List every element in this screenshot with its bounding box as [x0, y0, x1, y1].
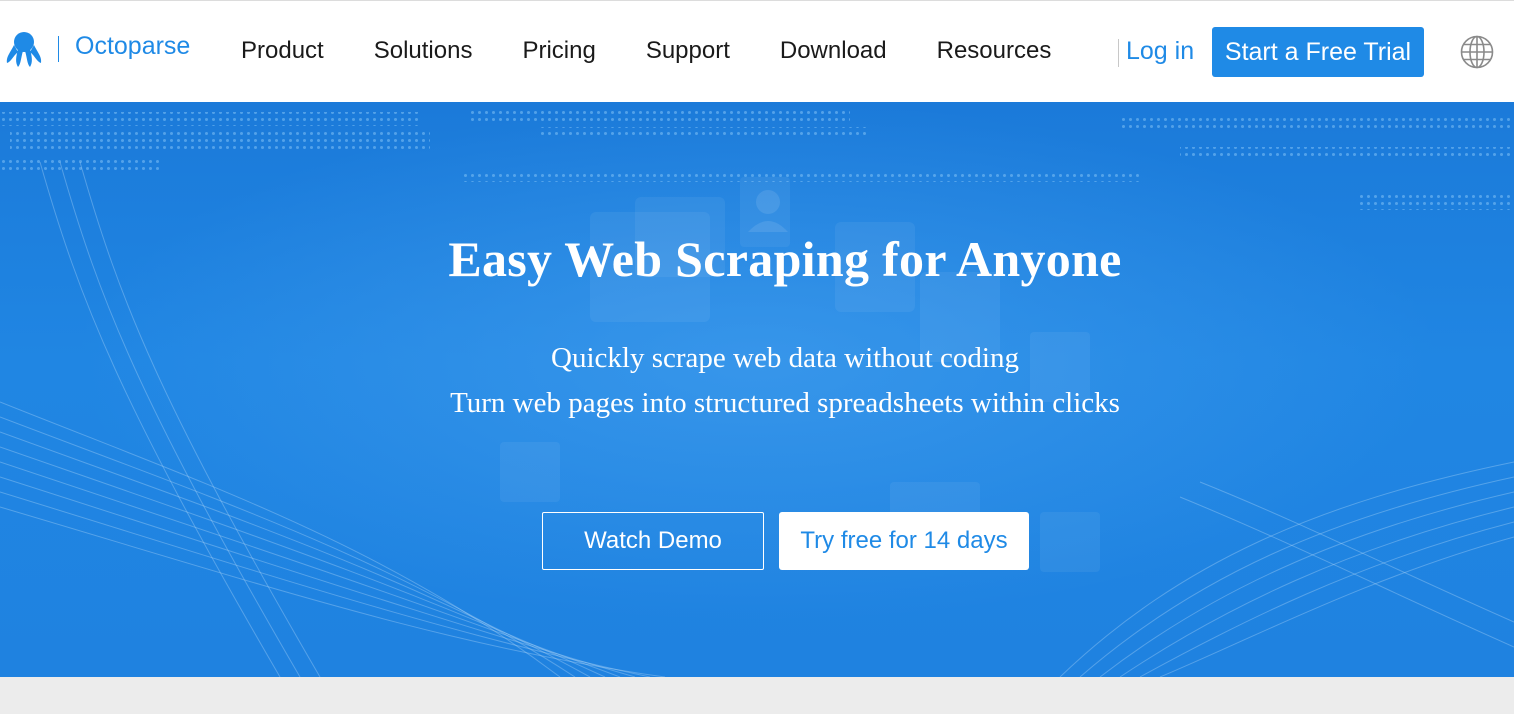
login-divider: [1118, 39, 1119, 67]
hero-title: Easy Web Scraping for Anyone: [448, 231, 1122, 287]
nav-item-support[interactable]: Support: [646, 37, 730, 65]
nav-item-download[interactable]: Download: [780, 37, 887, 65]
hero-subtitle-line1: Quickly scrape web data without coding: [551, 342, 1019, 374]
try-free-button[interactable]: Try free for 14 days: [779, 512, 1029, 570]
logo-divider: [58, 36, 59, 62]
globe-icon[interactable]: [1459, 34, 1495, 70]
octopus-icon: [6, 32, 42, 67]
nav-item-pricing[interactable]: Pricing: [522, 37, 595, 65]
watch-demo-button[interactable]: Watch Demo: [542, 512, 764, 570]
login-link[interactable]: Log in: [1126, 37, 1194, 66]
page-footer-strip: [0, 677, 1514, 714]
nav-item-resources[interactable]: Resources: [937, 37, 1052, 65]
nav-item-product[interactable]: Product: [241, 37, 324, 65]
nav-item-solutions[interactable]: Solutions: [374, 37, 473, 65]
hero-subtitle-line2: Turn web pages into structured spreadshe…: [450, 387, 1120, 419]
main-nav: Product Solutions Pricing Support Downlo…: [241, 37, 1051, 65]
hero-section: Easy Web Scraping for Anyone Quickly scr…: [0, 102, 1514, 677]
start-free-trial-button[interactable]: Start a Free Trial: [1212, 27, 1424, 77]
top-navbar: Octoparse Product Solutions Pricing Supp…: [0, 0, 1514, 102]
octoparse-logo[interactable]: Octoparse: [4, 29, 190, 69]
brand-name: Octoparse: [75, 31, 191, 60]
